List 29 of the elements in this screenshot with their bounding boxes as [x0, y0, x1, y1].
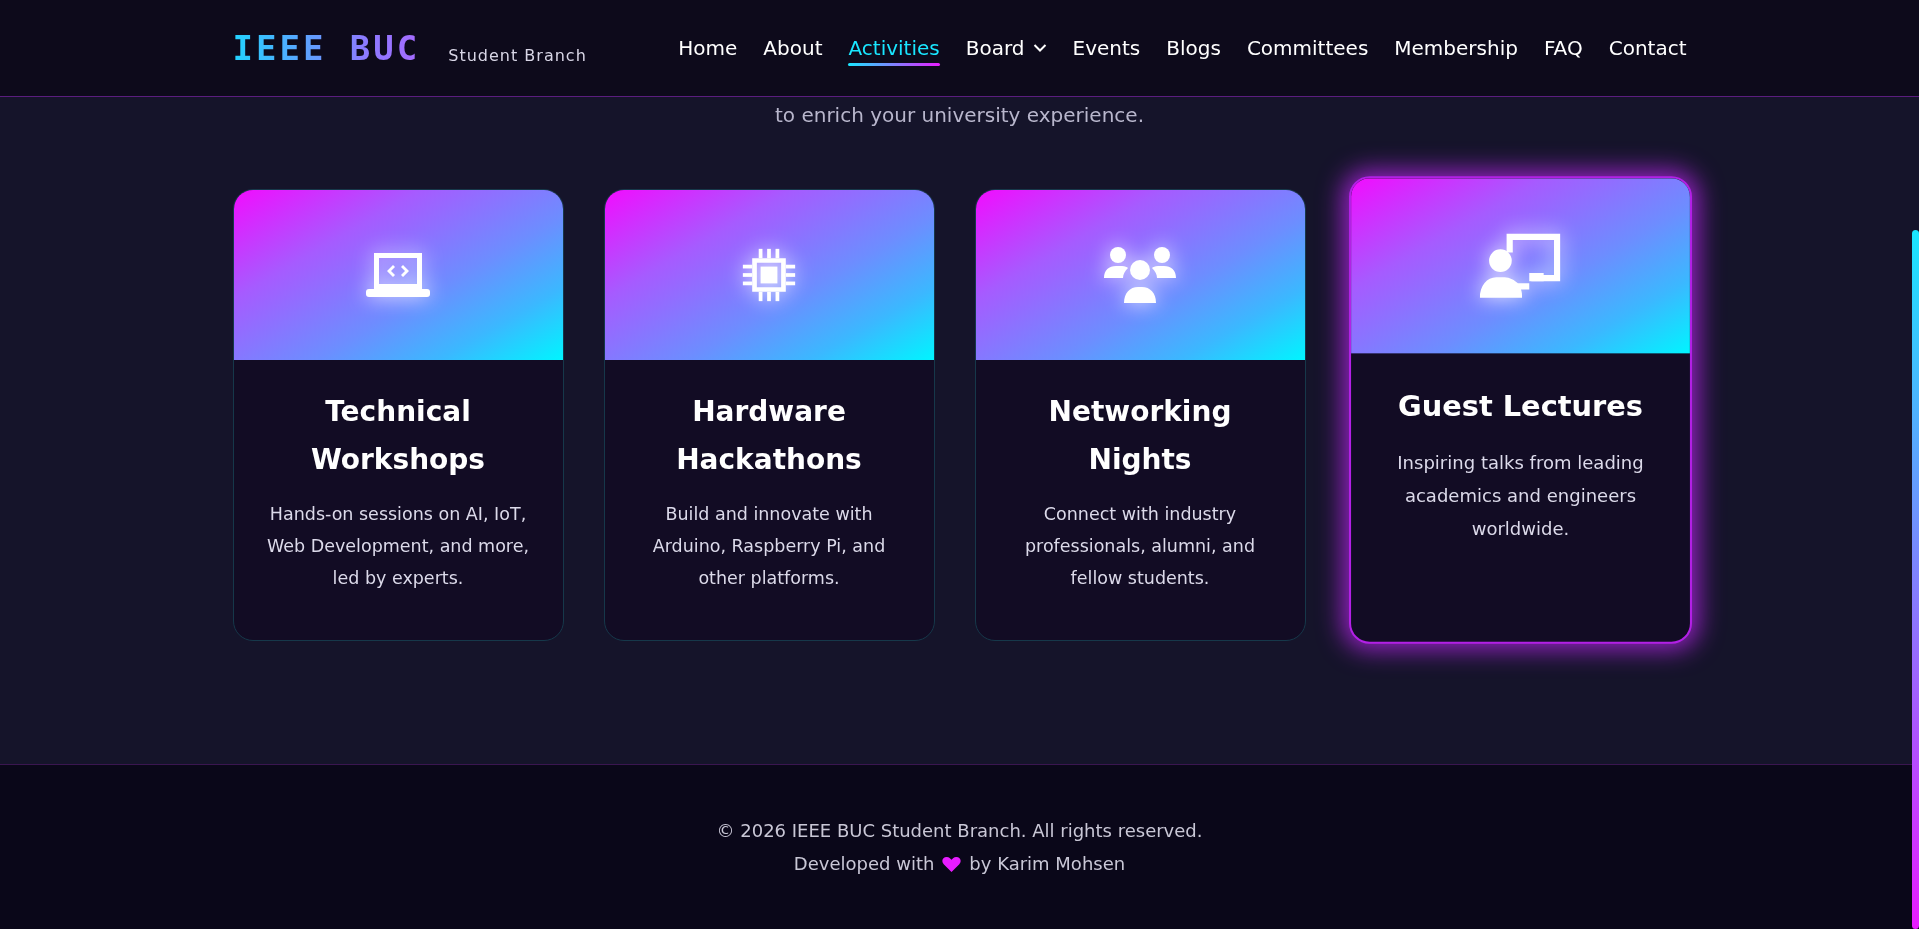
card-description: Connect with industry professionals, alumni, and fellow students. [1024, 503, 1256, 590]
card-description: Hands-on sessions on AI, IoT, Web Development, and more, led by experts. [266, 503, 530, 590]
nav-link[interactable]: Activities [848, 30, 940, 66]
people-group-icon [1102, 245, 1178, 305]
logo-subtitle: Student Branch [448, 46, 587, 67]
copyright-text: © 2026 IEEE BUC Student Branch. All rights reserved. [716, 819, 1203, 843]
teacher-board-icon [1478, 231, 1562, 300]
nav-link[interactable]: Board [965, 30, 1047, 66]
nav-link[interactable]: Committees [1246, 30, 1369, 66]
nav-link[interactable]: Blogs [1166, 30, 1221, 66]
scrollbar-thumb[interactable] [1912, 230, 1919, 929]
card-description: Build and innovate with Arduino, Raspberry Pi, and other platforms. [651, 503, 887, 590]
heart-icon [942, 855, 962, 873]
nav-link[interactable]: Home [678, 30, 738, 66]
card-title: Technical Workshops [309, 394, 487, 478]
card-title: Networking Nights [1047, 394, 1233, 478]
nav-link[interactable]: Events [1072, 30, 1141, 66]
laptop-code-icon [366, 251, 430, 299]
credit-text: Developed with [793, 852, 935, 876]
card-description: Inspiring talks from leading academics and engineers worldwide. [1395, 451, 1645, 541]
credit-text: by Karim Mohsen [969, 852, 1126, 876]
chip-icon [741, 247, 797, 303]
nav-link[interactable]: Membership [1394, 30, 1518, 66]
section-intro: to enrich your university experience. [774, 103, 1144, 127]
nav-link[interactable]: About [763, 30, 823, 66]
card-title: Guest Lectures [1396, 388, 1644, 426]
nav-link[interactable]: Contact [1608, 30, 1687, 66]
nav-link[interactable]: FAQ [1543, 30, 1583, 66]
card-title: Hardware Hackathons [675, 394, 863, 478]
